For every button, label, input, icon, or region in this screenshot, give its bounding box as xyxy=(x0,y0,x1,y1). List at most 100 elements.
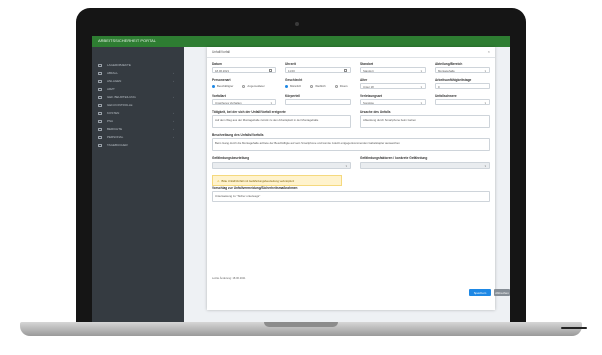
radio-label: Angemeldeter xyxy=(247,84,265,88)
euro-icon xyxy=(98,111,102,115)
chevron-down-icon: ▾ xyxy=(420,101,422,105)
sidebar-item-label: GEN.KONTROLLE xyxy=(107,103,133,107)
geschlecht-radio-group: Männlich Weiblich Divers xyxy=(285,84,357,88)
sidebar-item-psa[interactable]: PSA › xyxy=(92,117,184,125)
report-icon xyxy=(98,127,102,131)
sidebar-item-kosten[interactable]: KOSTEN › xyxy=(92,109,184,117)
gear-icon xyxy=(98,79,102,83)
sidebar-item-anlagen[interactable]: ANLAGEN › xyxy=(92,77,184,85)
abteilung-label: Abteilung/Bereich xyxy=(435,62,463,66)
radio-label: Männlich xyxy=(290,84,302,88)
taetigkeit-label: Tätigkeit, bei der sich der Unfall/Vorfa… xyxy=(212,110,286,114)
vorschlag-value: Unterweisung zu "Sicher unterwegs" xyxy=(215,193,261,198)
unfallschwere-select[interactable]: ▾ xyxy=(435,99,490,105)
sidebar-item-personal[interactable]: PERSONAL › xyxy=(92,133,184,141)
radio-button[interactable] xyxy=(285,84,288,88)
standort-value: Standort xyxy=(363,69,374,73)
save-button[interactable]: Speichern xyxy=(469,289,491,296)
unfallschwere-label: Unfallschwere xyxy=(435,94,457,98)
abteilung-value: Montagehalle xyxy=(438,69,455,73)
sidebar-item-label: TAGEBUCHER xyxy=(107,143,128,147)
cancel-button[interactable]: Abbrechen xyxy=(494,289,510,296)
personenart-label: Personenart xyxy=(212,78,231,82)
sidebar-item-label: ABFALL xyxy=(107,71,119,75)
sidebar-item-label: PERSONAL xyxy=(107,135,124,139)
vorschlag-textarea[interactable]: Unterweisung zu "Sicher unterwegs" xyxy=(212,191,490,202)
radio-button[interactable] xyxy=(242,84,246,88)
abteilung-select[interactable]: Montagehalle ▾ xyxy=(435,67,490,73)
personenart-radio-group: Beschäftigter Angemeldeter xyxy=(212,84,274,88)
modal-title: Unfall/Vorfall xyxy=(212,50,230,54)
laptop-screen: ARBEITSSICHERHEIT PORTAL LAGEROBJEKTE ABF… xyxy=(92,36,510,322)
sidebar-item-gen-kontrolle[interactable]: GEN.KONTROLLE xyxy=(92,101,184,109)
au-tage-input[interactable]: 0 xyxy=(435,83,490,89)
verletzungsart-label: Verletzungsart xyxy=(360,94,382,98)
check-icon xyxy=(98,103,102,107)
sidebar-nav: LAGEROBJEKTE ABFALL › ANLAGEN › ARZT GEF. BEUR… xyxy=(92,47,184,149)
vorfallart-value: Unsicheres Verhalten xyxy=(215,101,242,105)
alter-select[interactable]: Unter 18 ▾ xyxy=(360,83,426,89)
sidebar-item-berichte[interactable]: BERICHTE › xyxy=(92,125,184,133)
warning-text: Bitte Unfall/Vorfall mit Gefährdungsbeur… xyxy=(221,179,295,183)
clipboard-icon xyxy=(98,95,102,99)
taetigkeit-textarea[interactable]: Auf dem Weg aus der Montagehalle zurück … xyxy=(212,115,351,128)
chevron-down-icon: ▾ xyxy=(420,69,422,73)
radio-label: Weiblich xyxy=(315,84,326,88)
last-change-note: Letzte Änderung: 18.06.2021 xyxy=(212,277,246,280)
users-icon xyxy=(98,135,102,139)
uhrzeit-input[interactable]: 11:00 xyxy=(285,67,351,73)
gefaehrdungsfaktoren-select[interactable]: ▾ xyxy=(360,162,490,169)
sidebar-item-tagebucher[interactable]: TAGEBUCHER xyxy=(92,141,184,149)
chevron-right-icon: › xyxy=(173,71,174,75)
camera-icon xyxy=(295,22,299,26)
radio-button[interactable] xyxy=(212,84,215,88)
laptop-base xyxy=(20,322,587,336)
medical-icon xyxy=(98,87,102,91)
gefaehrdungsfaktoren-label: Gefährdungsfaktoren / konkrete Gefährdun… xyxy=(360,156,428,160)
sidebar-item-label: ARZT xyxy=(107,87,115,91)
helmet-icon xyxy=(98,119,102,123)
app-brand[interactable]: ARBEITSSICHERHEIT PORTAL xyxy=(98,38,156,43)
radio-button[interactable] xyxy=(310,84,314,88)
chevron-down-icon: ▾ xyxy=(420,85,422,89)
standort-select[interactable]: Standort ▾ xyxy=(360,67,426,73)
uhrzeit-value: 11:00 xyxy=(288,69,295,73)
alter-value: Unter 18 xyxy=(363,85,374,89)
personenart-option-0[interactable]: Beschäftigter xyxy=(212,84,233,88)
chevron-right-icon: › xyxy=(173,111,174,115)
gefaehrdungsbeurteilung-label: Gefährdungsbeurteilung xyxy=(212,156,250,160)
personenart-option-1[interactable]: Angemeldeter xyxy=(242,84,265,88)
chevron-down-icon: ▾ xyxy=(484,164,486,168)
standort-label: Standort xyxy=(360,62,374,66)
vorfallart-select[interactable]: Unsicheres Verhalten ▾ xyxy=(212,99,276,105)
verletzungsart-value: Sonstige xyxy=(363,101,374,105)
chevron-down-icon: ▾ xyxy=(270,101,272,105)
sidebar-item-lagerobjekte[interactable]: LAGEROBJEKTE xyxy=(92,61,184,69)
laptop-notch xyxy=(264,322,338,327)
sidebar-item-gef-beurteilung[interactable]: GEF. BEURTEILUNG › xyxy=(92,93,184,101)
datum-input[interactable]: 18.06.2021 xyxy=(212,67,276,73)
sidebar-item-abfall[interactable]: ABFALL › xyxy=(92,69,184,77)
taetigkeit-value: Auf dem Weg aus der Montagehalle zurück … xyxy=(215,117,319,122)
trash-icon xyxy=(98,71,102,75)
geschlecht-option-0[interactable]: Männlich xyxy=(285,84,301,88)
calendar-icon[interactable] xyxy=(269,69,272,72)
vorschlag-label: Vorschlag zur Unfallvermeidung/Sicherhei… xyxy=(212,186,298,190)
close-icon[interactable]: × xyxy=(488,49,490,54)
geschlecht-option-2[interactable]: Divers xyxy=(334,84,348,88)
beschreibung-textarea[interactable]: Beim Gang durch die Montagehalle achtete… xyxy=(212,138,490,151)
ursache-textarea[interactable]: Ablenkung durch Smartphone beim Gehen xyxy=(360,115,490,128)
gefaehrdungsbeurteilung-select[interactable]: ▾ xyxy=(212,162,351,169)
clock-icon[interactable] xyxy=(344,69,347,72)
beschreibung-value: Beim Gang durch die Montagehalle achtete… xyxy=(215,140,400,145)
sidebar-item-arzt[interactable]: ARZT xyxy=(92,85,184,93)
vorfallart-label: Vorfallart xyxy=(212,94,226,98)
koerperteil-input[interactable] xyxy=(285,99,351,105)
geschlecht-label: Geschlecht xyxy=(285,78,303,82)
sidebar-item-label: LAGEROBJEKTE xyxy=(107,63,131,67)
verletzungsart-select[interactable]: Sonstige ▾ xyxy=(360,99,426,105)
app-topbar: ARBEITSSICHERHEIT PORTAL xyxy=(92,36,510,47)
geschlecht-option-1[interactable]: Weiblich xyxy=(310,84,326,88)
gefaehrdung-warning: ⚠ Bitte Unfall/Vorfall mit Gefährdungsbeu… xyxy=(212,175,342,186)
radio-button[interactable] xyxy=(334,84,338,88)
